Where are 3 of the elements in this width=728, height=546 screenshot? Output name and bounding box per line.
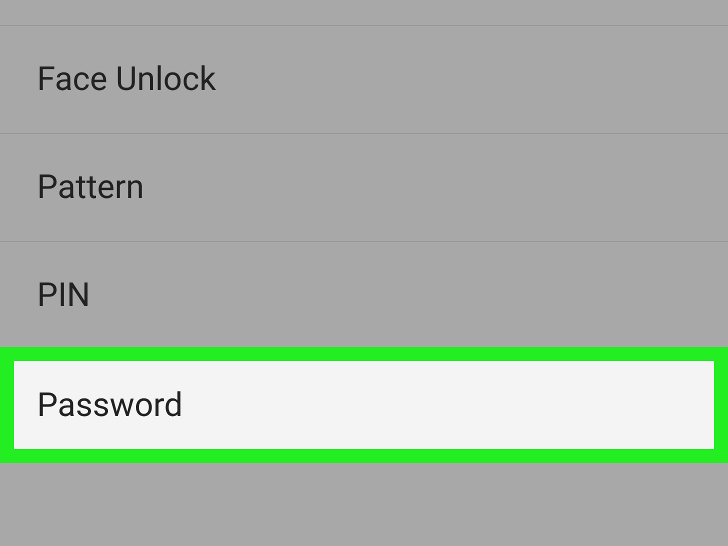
option-item[interactable]: Pattern bbox=[0, 133, 728, 241]
option-item[interactable]: Face Unlock bbox=[0, 25, 728, 133]
option-item[interactable]: Password bbox=[0, 347, 728, 463]
